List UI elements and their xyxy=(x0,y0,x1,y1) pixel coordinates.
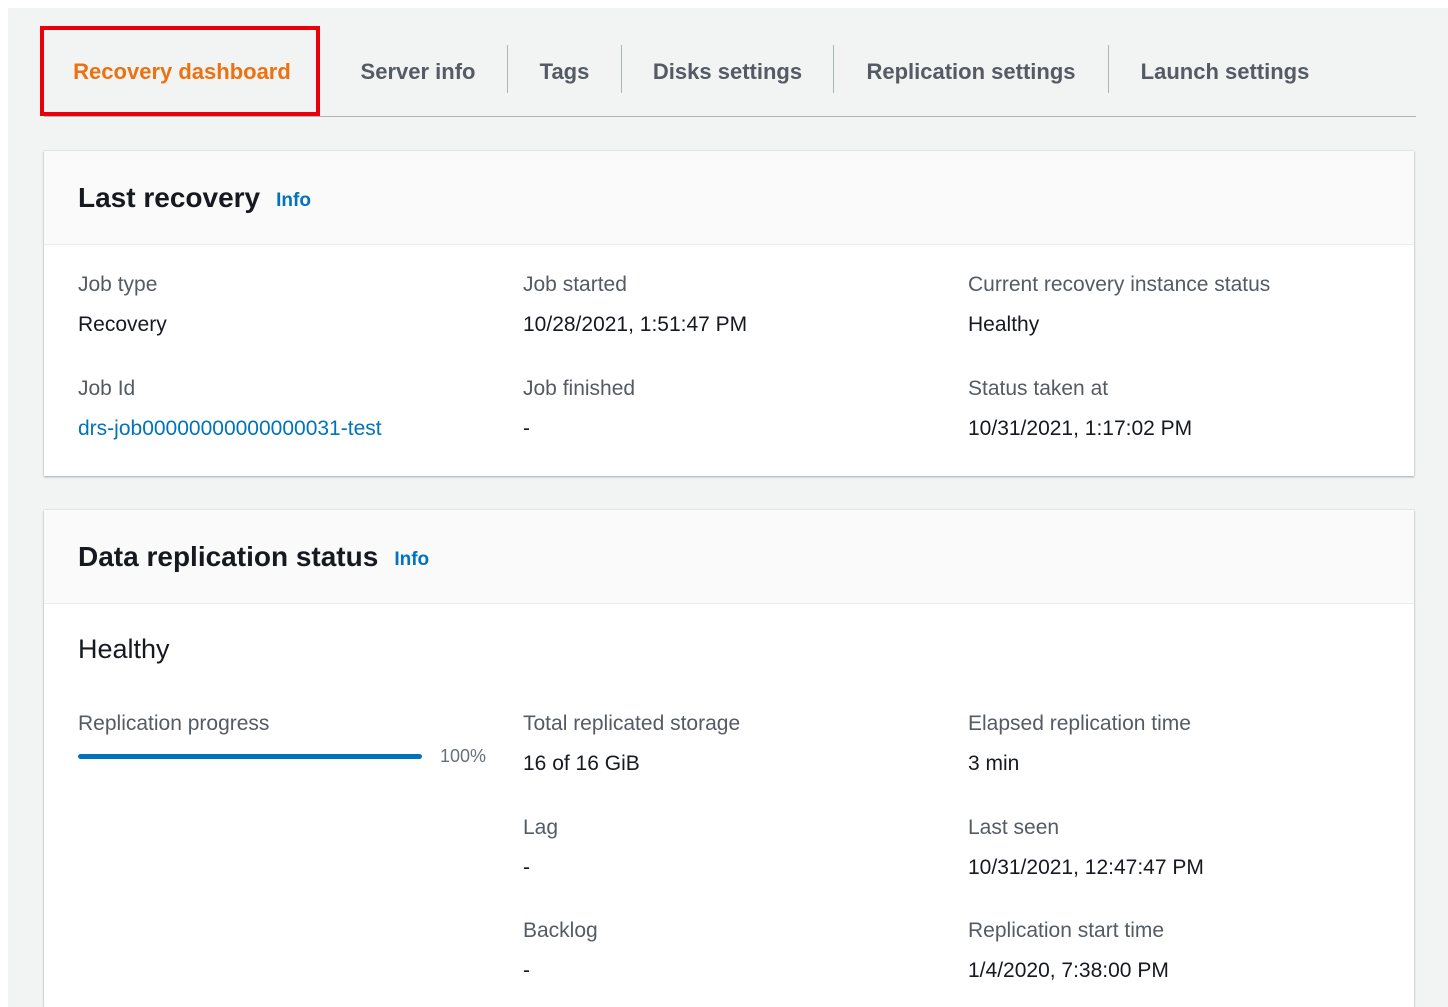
status-taken-at-label: Status taken at xyxy=(968,377,1109,400)
job-type-value: Recovery xyxy=(78,313,167,336)
last-seen-value: 10/31/2021, 12:47:47 PM xyxy=(968,856,1204,879)
lag-field: Lag - xyxy=(523,816,558,880)
job-started-value: 10/28/2021, 1:51:47 PM xyxy=(523,313,748,336)
tab-tags[interactable]: Tags xyxy=(508,28,621,116)
last-seen-label: Last seen xyxy=(968,816,1060,839)
job-type-field: Job type Recovery xyxy=(78,273,167,337)
tab-launch-settings[interactable]: Launch settings xyxy=(1109,28,1341,116)
job-id-label: Job Id xyxy=(78,377,136,400)
total-storage-label: Total replicated storage xyxy=(523,712,741,735)
elapsed-time-field: Elapsed replication time 3 min xyxy=(968,712,1191,776)
job-finished-value: - xyxy=(523,417,530,440)
data-replication-panel: Data replication status Info Healthy Rep… xyxy=(44,510,1414,1007)
data-replication-header: Data replication status Info xyxy=(44,510,1414,604)
total-storage-value: 16 of 16 GiB xyxy=(523,752,640,775)
tab-server-info[interactable]: Server info xyxy=(330,28,506,116)
start-time-field: Replication start time 1/4/2020, 7:38:00… xyxy=(968,919,1169,983)
elapsed-time-value: 3 min xyxy=(968,752,1020,775)
job-finished-label: Job finished xyxy=(523,377,636,400)
job-finished-field: Job finished - xyxy=(523,377,635,441)
last-seen-field: Last seen 10/31/2021, 12:47:47 PM xyxy=(968,816,1204,880)
last-recovery-title: Last recovery xyxy=(78,181,261,213)
tab-recovery-dashboard[interactable]: Recovery dashboard xyxy=(44,28,320,116)
elapsed-time-label: Elapsed replication time xyxy=(968,712,1191,735)
replication-progress-fill xyxy=(78,754,422,759)
backlog-field: Backlog - xyxy=(523,919,598,983)
tab-disks-settings[interactable]: Disks settings xyxy=(622,28,833,116)
job-type-label: Job type xyxy=(78,273,158,296)
lag-value: - xyxy=(523,856,530,879)
replication-progress-percent: 100% xyxy=(440,746,487,766)
job-id-link[interactable]: drs-job00000000000000031-test xyxy=(78,417,382,441)
status-taken-at-field: Status taken at 10/31/2021, 1:17:02 PM xyxy=(968,377,1192,441)
start-time-label: Replication start time xyxy=(968,919,1165,942)
start-time-value: 1/4/2020, 7:38:00 PM xyxy=(968,959,1169,982)
last-recovery-panel: Last recovery Info Job type Recovery Job… xyxy=(44,151,1414,476)
tab-replication-settings[interactable]: Replication settings xyxy=(834,28,1108,116)
replication-progress-label: Replication progress xyxy=(78,712,270,735)
replication-progress-field: Replication progress xyxy=(78,712,269,736)
last-recovery-header: Last recovery Info xyxy=(44,151,1414,245)
job-started-field: Job started 10/28/2021, 1:51:47 PM xyxy=(523,273,747,337)
data-replication-info-link[interactable]: Info xyxy=(394,549,429,571)
backlog-value: - xyxy=(523,959,530,982)
total-storage-field: Total replicated storage 16 of 16 GiB xyxy=(523,712,740,776)
data-replication-title: Data replication status xyxy=(78,540,379,572)
instance-status-label: Current recovery instance status xyxy=(968,273,1271,296)
backlog-label: Backlog xyxy=(523,919,598,942)
tab-bar: Recovery dashboard Server info Tags Disk… xyxy=(44,28,1416,117)
instance-status-field: Current recovery instance status Healthy xyxy=(968,273,1270,337)
replication-progress-bar xyxy=(78,754,422,759)
job-id-field: Job Id drs-job00000000000000031-test xyxy=(78,377,382,441)
last-recovery-info-link[interactable]: Info xyxy=(276,190,311,212)
job-started-label: Job started xyxy=(523,273,627,296)
status-taken-at-value: 10/31/2021, 1:17:02 PM xyxy=(968,417,1193,440)
lag-label: Lag xyxy=(523,816,559,839)
instance-status-value: Healthy xyxy=(968,313,1040,336)
replication-status-heading: Healthy xyxy=(78,634,170,664)
